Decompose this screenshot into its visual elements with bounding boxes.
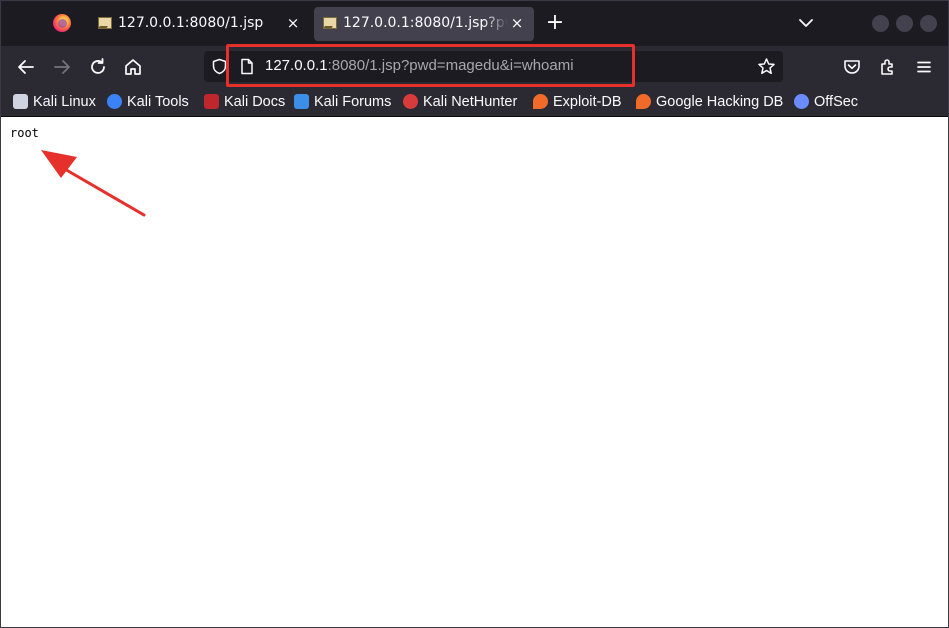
annotation-arrow-icon — [41, 150, 146, 217]
navigation-toolbar: 127.0.0.1:8080/1.jsp?pwd=magedu&i=whoami — [1, 46, 948, 88]
page-info-icon[interactable] — [239, 58, 255, 75]
tab-2-active[interactable]: 127.0.0.1:8080/1.jsp?pwd=magedu&i=whoami… — [314, 7, 534, 41]
reload-button[interactable] — [87, 56, 109, 78]
star-icon[interactable] — [757, 57, 776, 76]
list-all-tabs-button[interactable] — [796, 13, 816, 33]
kali-forums-icon — [294, 94, 309, 109]
bookmark-google-hacking-db[interactable]: Google Hacking DB — [636, 93, 783, 113]
arrow-left-icon — [18, 60, 34, 74]
bookmark-exploit-db[interactable]: Exploit-DB — [533, 93, 622, 113]
shield-icon[interactable] — [211, 58, 228, 75]
kali-docs-icon — [204, 94, 219, 109]
nethunter-icon — [403, 94, 418, 109]
exploit-db-icon — [533, 94, 548, 109]
url-bar[interactable]: 127.0.0.1:8080/1.jsp?pwd=magedu&i=whoami — [204, 51, 783, 82]
browser-window: 127.0.0.1:8080/1.jsp × 127.0.0.1:8080/1.… — [0, 0, 949, 628]
arrow-right-icon — [54, 60, 70, 74]
home-button[interactable] — [122, 56, 144, 78]
ghdb-icon — [636, 94, 651, 109]
page-favicon-icon — [323, 17, 337, 29]
kali-tools-icon — [107, 94, 122, 109]
tab-1[interactable]: 127.0.0.1:8080/1.jsp × — [89, 7, 310, 41]
puzzle-icon — [881, 59, 893, 75]
tab-title: 127.0.0.1:8080/1.jsp — [118, 15, 264, 31]
page-favicon-icon — [98, 17, 112, 29]
reload-icon — [91, 58, 105, 74]
bookmark-kali-docs[interactable]: Kali Docs — [204, 93, 285, 113]
tab-close-button[interactable]: × — [284, 13, 302, 33]
tab-title: 127.0.0.1:8080/1.jsp?pwd=magedu&i=whoami — [343, 15, 508, 31]
minimize-button[interactable] — [872, 15, 889, 32]
url-path: :8080/1.jsp?pwd=magedu&i=whoami — [327, 57, 574, 74]
bookmark-kali-forums[interactable]: Kali Forums — [294, 93, 391, 113]
pocket-icon — [844, 60, 860, 74]
back-button[interactable] — [15, 56, 37, 78]
pocket-button[interactable] — [841, 56, 863, 78]
forward-button[interactable] — [51, 56, 73, 78]
kali-dragon-icon — [13, 94, 28, 109]
bookmarks-toolbar: Kali Linux Kali Tools Kali Docs Kali For… — [1, 88, 948, 117]
new-tab-button[interactable]: + — [544, 12, 566, 35]
page-content: root — [1, 118, 948, 627]
extensions-button[interactable] — [877, 56, 899, 78]
bookmark-kali-tools[interactable]: Kali Tools — [107, 93, 189, 113]
maximize-button[interactable] — [896, 15, 913, 32]
offsec-icon — [794, 94, 809, 109]
url-text[interactable]: 127.0.0.1:8080/1.jsp?pwd=magedu&i=whoami — [265, 57, 574, 74]
bookmark-kali-linux[interactable]: Kali Linux — [13, 93, 96, 113]
menu-button[interactable] — [913, 56, 935, 78]
bookmark-kali-nethunter[interactable]: Kali NetHunter — [403, 93, 517, 113]
home-icon — [125, 59, 141, 75]
tab-close-button[interactable]: × — [508, 13, 526, 33]
bookmark-offsec[interactable]: OffSec — [794, 93, 858, 113]
chevron-down-icon — [799, 19, 813, 27]
url-host: 127.0.0.1 — [265, 57, 328, 74]
firefox-logo-icon — [53, 14, 71, 32]
tab-strip: 127.0.0.1:8080/1.jsp × 127.0.0.1:8080/1.… — [1, 1, 948, 46]
close-window-button[interactable] — [920, 15, 937, 32]
hamburger-menu-icon — [917, 61, 931, 73]
